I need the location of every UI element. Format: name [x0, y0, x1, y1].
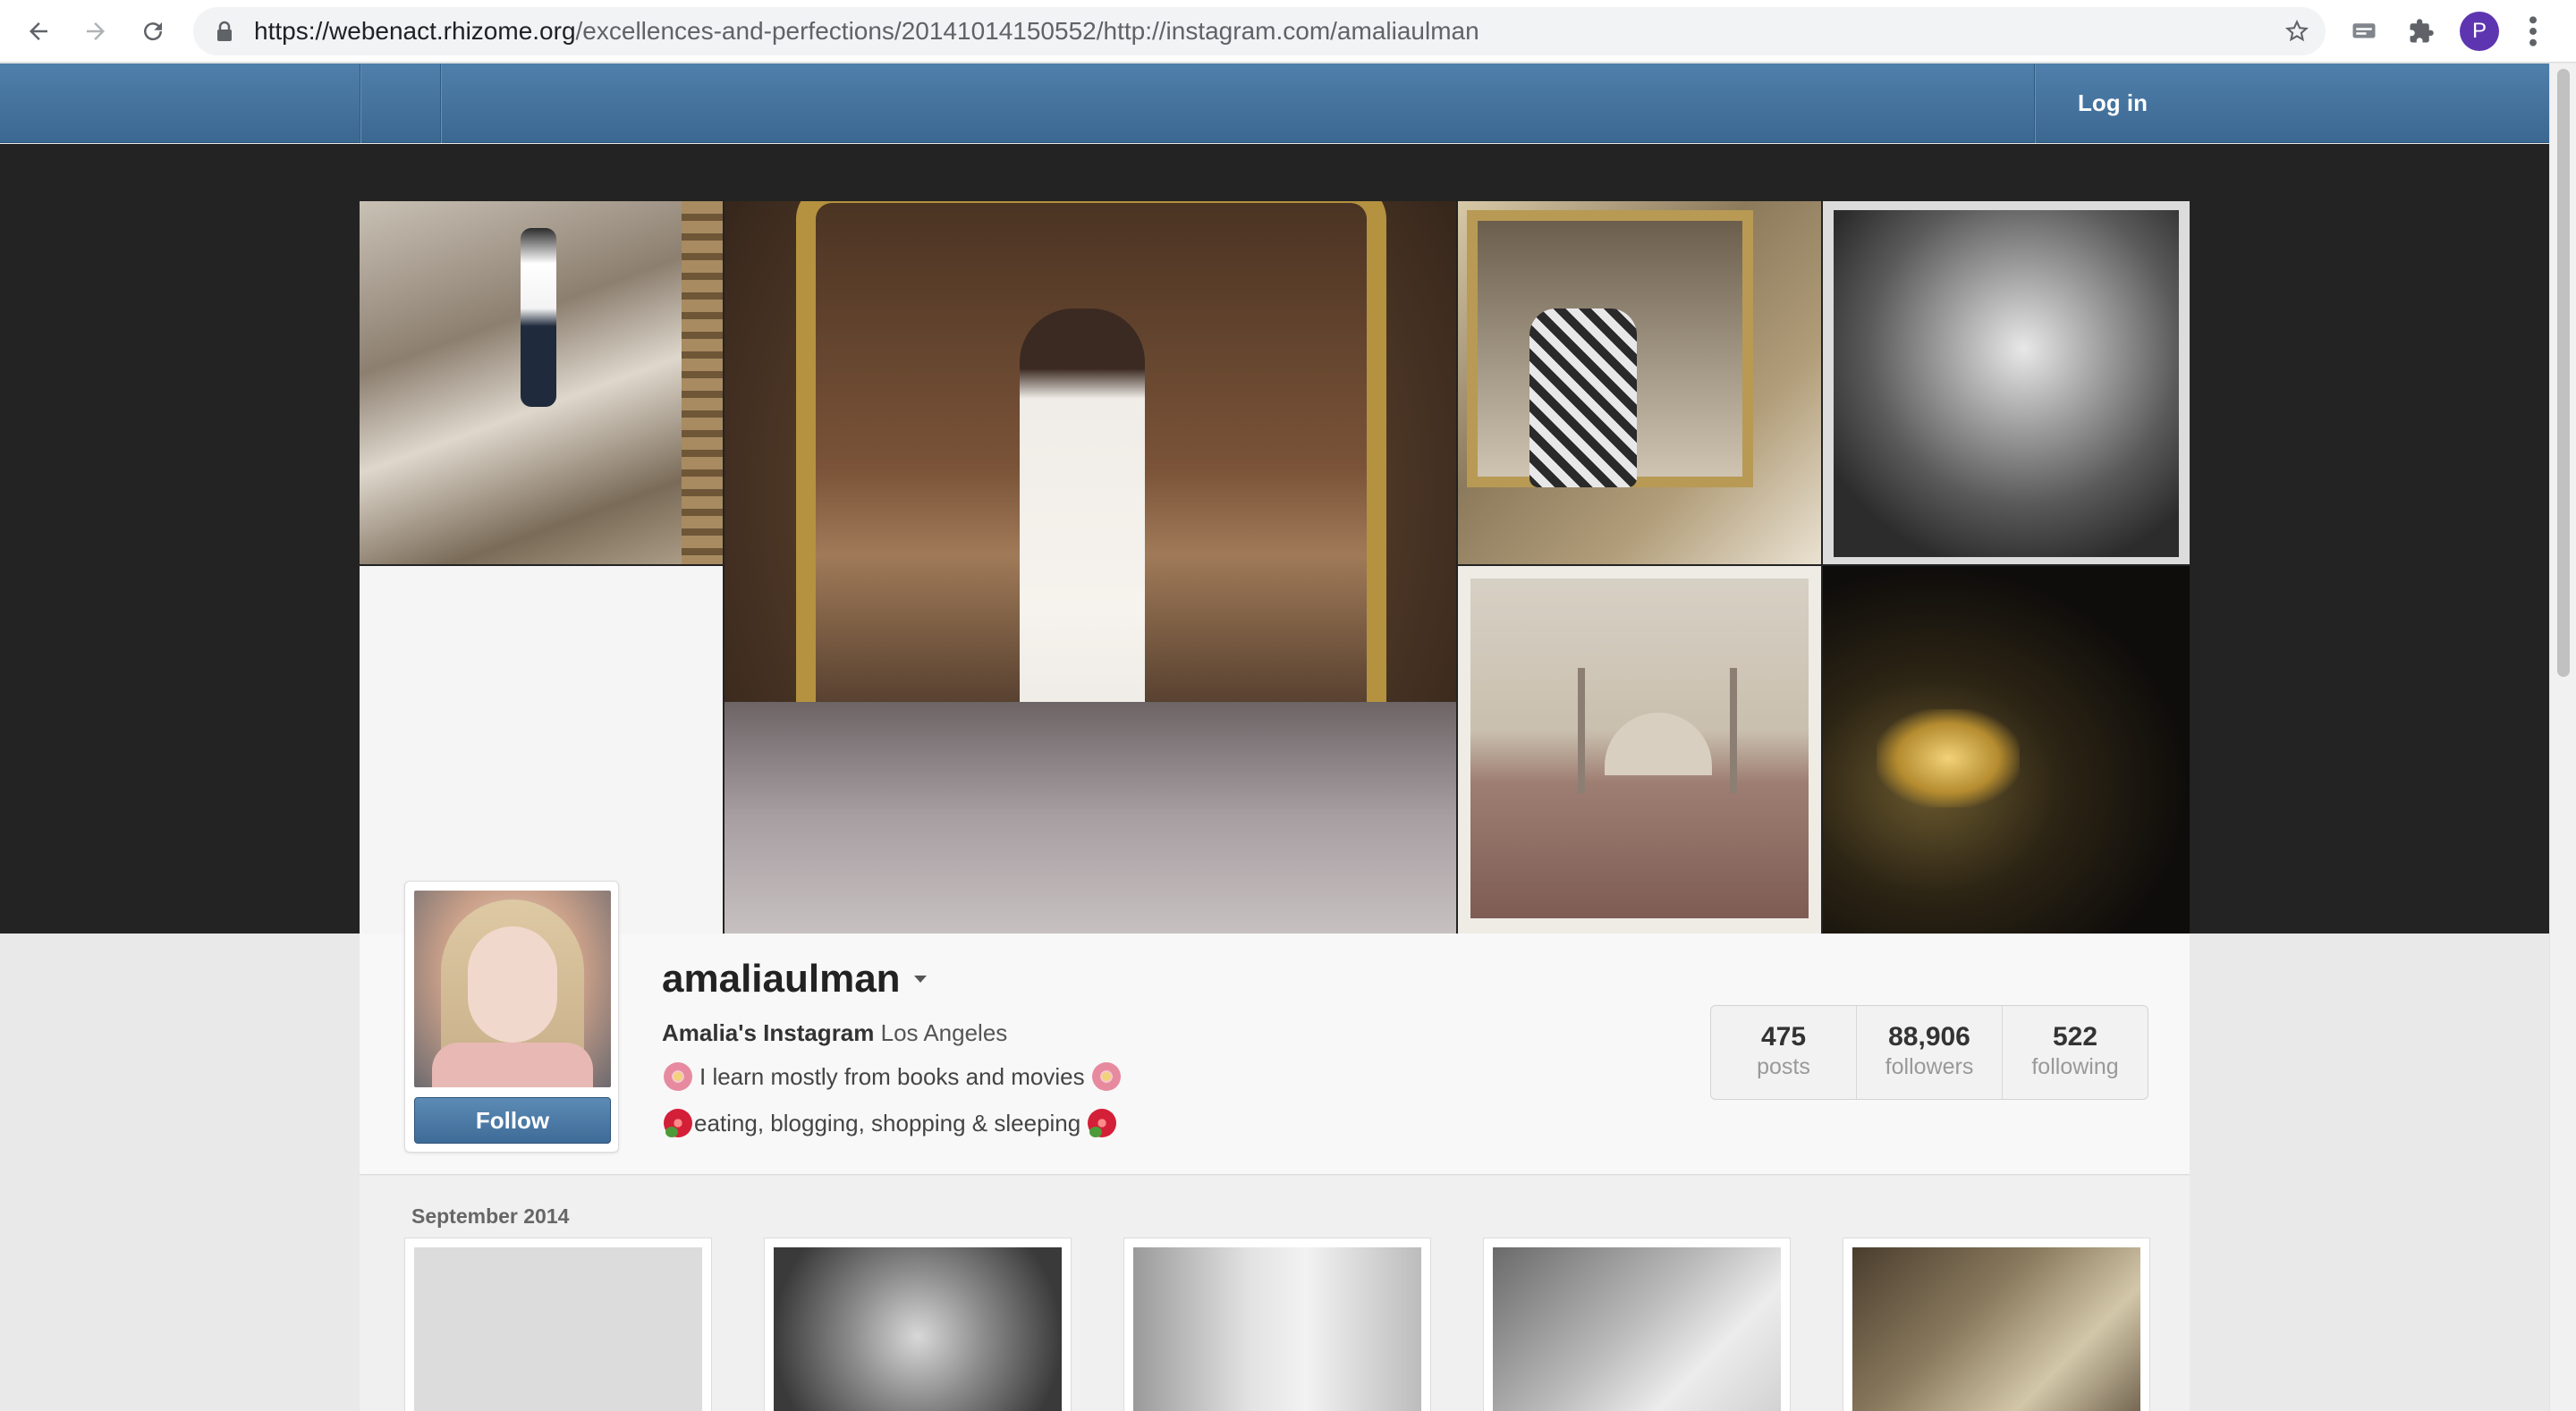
- address-bar[interactable]: https://webenact.rhizome.org/excellences…: [193, 7, 2326, 55]
- site-header: Log in: [0, 63, 2549, 143]
- profile-username: amaliaulman: [662, 957, 901, 1001]
- url-path: /excellences-and-perfections/20141014150…: [575, 17, 1479, 45]
- forward-arrow-icon: [87, 22, 105, 40]
- chevron-down-icon[interactable]: [914, 976, 927, 983]
- bio-text-2: eating, blogging, shopping & sleeping: [694, 1109, 1081, 1136]
- post-thumbnail[interactable]: [1123, 1238, 1431, 1411]
- collage-photo-4[interactable]: [1823, 201, 2190, 564]
- scrollbar-thumb[interactable]: [2557, 69, 2570, 677]
- bookmark-star-icon[interactable]: [2284, 19, 2309, 44]
- followers-count: 88,906: [1888, 1022, 1970, 1052]
- posts-feed: September 2014: [360, 1176, 2190, 1411]
- login-link[interactable]: Log in: [2036, 63, 2190, 143]
- month-heading: September 2014: [411, 1204, 570, 1228]
- post-thumbnail[interactable]: [404, 1238, 712, 1411]
- collage-photo-5[interactable]: [1458, 566, 1821, 934]
- posts-label: posts: [1757, 1054, 1810, 1079]
- following-count: 522: [2052, 1022, 2098, 1052]
- post-thumbnail[interactable]: [1843, 1238, 2150, 1411]
- avatar[interactable]: [414, 891, 611, 1087]
- posts-count: 475: [1760, 1022, 1807, 1052]
- url-host: https://webenact.rhizome.org: [254, 17, 576, 45]
- page-scrollbar[interactable]: [2549, 63, 2576, 1411]
- lock-icon: [217, 21, 232, 41]
- stat-following[interactable]: 522 following: [2003, 1006, 2148, 1099]
- header-divider: [2034, 63, 2035, 143]
- following-label: following: [2031, 1054, 2119, 1079]
- followers-label: followers: [1885, 1054, 1974, 1079]
- profile-stats: 475 posts 88,906 followers 522 following: [1710, 1005, 2148, 1100]
- browser-menu-icon[interactable]: [2524, 14, 2542, 48]
- collage-photo-featured[interactable]: [724, 201, 1456, 934]
- profile-full-name: Amalia's Instagram: [662, 1019, 875, 1046]
- profile-banner: [0, 144, 2549, 934]
- forward-button[interactable]: [75, 11, 116, 52]
- browser-profile-avatar[interactable]: P: [2460, 12, 2499, 51]
- back-arrow-icon: [30, 22, 47, 40]
- extensions-puzzle-icon[interactable]: [2404, 14, 2438, 48]
- profile-name-location: Amalia's Instagram Los Angeles: [662, 1019, 1007, 1047]
- post-thumbnail[interactable]: [1483, 1238, 1791, 1411]
- profile-header: Follow amaliaulman Amalia's Instagram Lo…: [360, 881, 2190, 1175]
- collage-empty-tile: [360, 566, 723, 934]
- reload-button[interactable]: [132, 11, 174, 52]
- collage-photo-6[interactable]: [1823, 566, 2190, 934]
- bio-text-1: I learn mostly from books and movies: [699, 1062, 1085, 1090]
- collage-photo-1[interactable]: [360, 201, 723, 564]
- bio-line-2: eating, blogging, shopping & sleeping: [662, 1107, 1118, 1139]
- hibiscus-icon: [662, 1107, 694, 1139]
- back-button[interactable]: [18, 11, 59, 52]
- stat-posts[interactable]: 475 posts: [1711, 1006, 1857, 1099]
- profile-location: Los Angeles: [880, 1019, 1008, 1046]
- post-thumbnail[interactable]: [764, 1238, 1072, 1411]
- url-text: https://webenact.rhizome.org/excellences…: [254, 7, 1479, 55]
- photo-collage: [360, 201, 2190, 934]
- cast-extension-icon[interactable]: [2347, 14, 2381, 48]
- follow-button[interactable]: Follow: [414, 1097, 611, 1144]
- bio-line-1: I learn mostly from books and movies: [662, 1060, 1123, 1093]
- cherry-blossom-icon: [1090, 1060, 1123, 1093]
- reload-icon: [144, 22, 163, 41]
- stat-followers[interactable]: 88,906 followers: [1857, 1006, 2003, 1099]
- header-divider: [440, 63, 441, 143]
- collage-photo-3[interactable]: [1458, 201, 1821, 564]
- hibiscus-icon: [1086, 1107, 1118, 1139]
- cherry-blossom-icon: [662, 1060, 694, 1093]
- avatar-card: Follow: [404, 881, 619, 1153]
- browser-toolbar: https://webenact.rhizome.org/excellences…: [0, 0, 2576, 63]
